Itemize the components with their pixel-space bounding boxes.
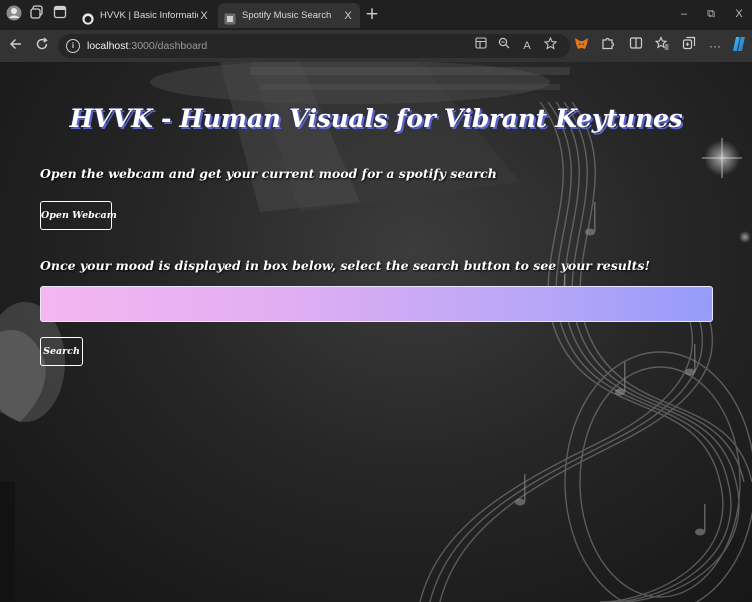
open-webcam-button[interactable]: Open Webcam: [40, 201, 117, 230]
more-menu-button[interactable]: ···: [705, 36, 725, 56]
workspaces-icon[interactable]: [27, 5, 47, 25]
url-path: :3000/dashboard: [128, 40, 208, 52]
page-title: HVVK - Human Visuals for Vibrant Keytune…: [69, 104, 683, 133]
refresh-icon[interactable]: [32, 36, 52, 56]
back-arrow-icon[interactable]: [6, 36, 26, 56]
tab-close-button[interactable]: X: [342, 10, 354, 22]
site-info-icon[interactable]: i: [66, 39, 80, 53]
copilot-icon[interactable]: [729, 36, 749, 56]
new-tab-button[interactable]: +: [362, 4, 382, 24]
tab-title: HVVK | Basic Information: [100, 10, 198, 21]
tab-title: Spotify Music Search: [242, 10, 332, 21]
tab-actions-icon[interactable]: [50, 5, 70, 25]
zoom-icon[interactable]: [495, 37, 513, 55]
tab-basic-information[interactable]: HVVK | Basic Information X: [76, 3, 216, 28]
webcam-prompt-text: Open the webcam and get your current moo…: [40, 166, 497, 181]
dashboard-page: HVVK - Human Visuals for Vibrant Keytune…: [0, 62, 752, 602]
browser-toolbar: i localhost:3000/dashboard A ···: [0, 30, 752, 62]
tab-close-button[interactable]: X: [198, 10, 210, 22]
collections-icon[interactable]: [679, 36, 699, 56]
url-text[interactable]: localhost:3000/dashboard: [87, 39, 207, 53]
search-button[interactable]: Search: [40, 337, 83, 366]
page-favicon-icon: [224, 10, 236, 24]
split-screen-icon[interactable]: [626, 36, 646, 56]
mood-display-box: [40, 286, 713, 322]
browser-tab-bar: HVVK | Basic Information X Spotify Music…: [0, 0, 752, 30]
profile-avatar-icon[interactable]: [4, 5, 24, 25]
tab-spotify-music-search[interactable]: Spotify Music Search X: [218, 3, 360, 28]
minimize-button[interactable]: –: [676, 5, 692, 23]
restore-button[interactable]: ⧉: [703, 5, 719, 23]
favorite-star-icon[interactable]: [541, 36, 559, 55]
music-background-image: [0, 62, 752, 602]
favorites-icon[interactable]: [652, 36, 672, 56]
mood-instruction-text: Once your mood is displayed in box below…: [40, 258, 650, 273]
app-available-icon[interactable]: [472, 37, 490, 55]
window-close-button[interactable]: X: [731, 5, 747, 23]
extensions-puzzle-icon[interactable]: [598, 36, 618, 56]
address-bar[interactable]: i localhost:3000/dashboard A: [58, 34, 570, 58]
github-favicon-icon: [82, 10, 94, 25]
read-aloud-icon[interactable]: A: [518, 37, 536, 55]
url-host: localhost: [87, 40, 129, 52]
metamask-fox-icon[interactable]: [571, 36, 591, 56]
